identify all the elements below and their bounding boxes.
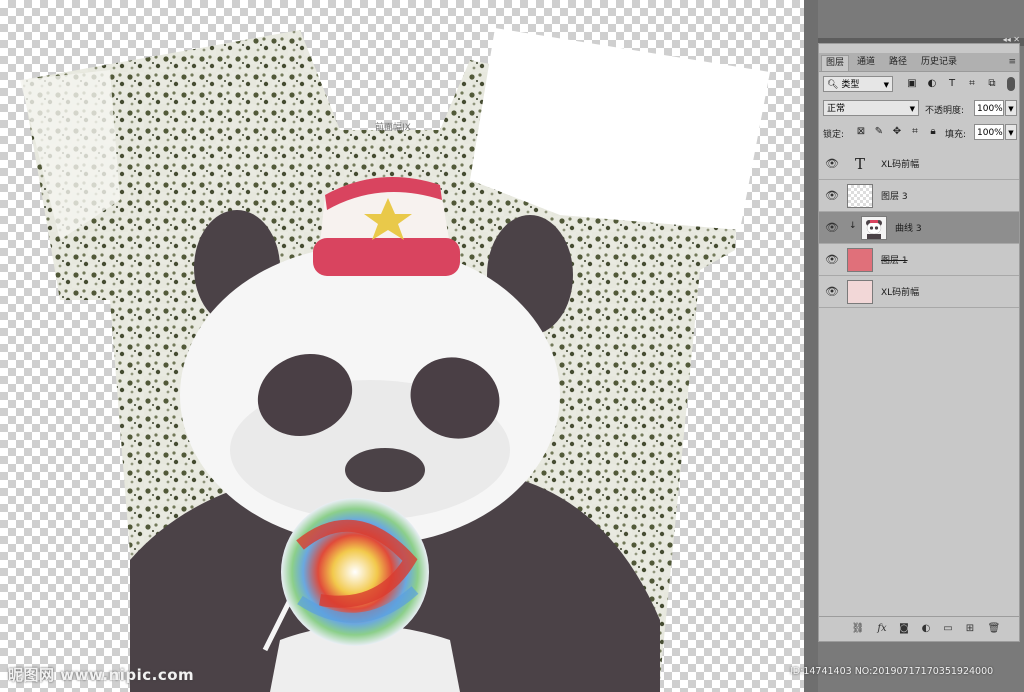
eye-icon[interactable]: 👁︎ (825, 157, 839, 171)
fill-input[interactable]: 100% (974, 124, 1004, 140)
layer-row[interactable]: 👁︎ T XL码前幅 (819, 148, 1019, 180)
lock-transparent-pixels-icon[interactable]: ⊠ (855, 126, 867, 138)
opacity-input[interactable]: 100% (974, 100, 1004, 116)
filter-toggle[interactable] (1007, 77, 1015, 91)
layer-thumbnail (847, 280, 873, 304)
layer-thumbnail (861, 216, 887, 240)
layer-row[interactable]: 👁︎ 图层 1 (819, 244, 1019, 276)
eye-icon[interactable]: 👁︎ (825, 221, 839, 235)
opacity-label: 不透明度: (925, 106, 965, 116)
lock-artboard-icon[interactable]: ⌗ (909, 126, 921, 138)
image-filter-icon[interactable]: ▣ (905, 77, 919, 91)
eye-icon[interactable]: 👁︎ (825, 253, 839, 267)
chevron-down-icon: ▼ (909, 105, 915, 113)
tab-paths[interactable]: 路径 (885, 55, 911, 70)
panda-thumbnail-icon (862, 217, 886, 239)
tab-history[interactable]: 历史记录 (917, 55, 961, 70)
smart-object-filter-icon[interactable]: ⧉ (985, 77, 999, 91)
layer-name: 图层 3 (881, 192, 908, 202)
blend-row: 正常 ▼ 不透明度: 100% ▼ (819, 98, 1019, 120)
lock-position-icon[interactable]: ✥ (891, 126, 903, 138)
eye-icon[interactable]: 👁︎ (825, 189, 839, 203)
lock-row: 锁定: ⊠ ✎ ✥ ⌗ 🔒︎ 填充: 100% ▼ (819, 122, 1019, 144)
trash-icon[interactable]: 🗑︎ (987, 622, 1001, 636)
watermark: 昵图网 www.nipic.com (8, 666, 195, 684)
opacity-dropdown-icon[interactable]: ▼ (1005, 100, 1017, 116)
layer-name: 曲线 3 (895, 224, 922, 234)
blend-mode-select[interactable]: 正常 ▼ (823, 100, 919, 116)
layer-mask-icon[interactable]: ◙ (897, 622, 911, 636)
text-filter-icon[interactable]: T (945, 77, 959, 91)
layer-filter-select[interactable]: 🔍︎ 类型 ▼ (823, 76, 893, 92)
search-icon: 🔍︎ (827, 80, 839, 90)
adjustment-layer-icon[interactable]: ◐ (919, 622, 933, 636)
lock-all-icon[interactable]: 🔒︎ (927, 126, 939, 138)
layer-thumbnail (847, 248, 873, 272)
eye-icon[interactable]: 👁︎ (825, 285, 839, 299)
layer-name: 图层 1 (881, 256, 908, 266)
filter-row: 🔍︎ 类型 ▼ ▣ ◐ T ⌗ ⧉ (819, 74, 1019, 96)
layer-row[interactable]: 👁︎ 图层 3 (819, 180, 1019, 212)
layer-filter-value: 类型 (841, 80, 860, 90)
panel-footer: ⛓ fx ◙ ◐ ▭ ⊞ 🗑︎ (819, 616, 1019, 641)
menu-icon[interactable]: ≡ (1008, 57, 1016, 67)
layer-name: XL码前幅 (881, 288, 920, 298)
panda-shirt-artwork (20, 28, 770, 692)
fill-dropdown-icon[interactable]: ▼ (1005, 124, 1017, 140)
lock-image-pixels-icon[interactable]: ✎ (873, 126, 885, 138)
artwork-text-label: 前面幅JX (375, 123, 411, 133)
layer-style-icon[interactable]: fx (875, 622, 889, 636)
group-folder-icon[interactable]: ▭ (941, 622, 955, 636)
text-layer-icon: T (854, 155, 865, 173)
blend-mode-value: 正常 (827, 104, 846, 114)
panda-nose (345, 448, 425, 492)
shape-filter-icon[interactable]: ⌗ (965, 77, 979, 91)
layer-row-selected[interactable]: 👁︎ ↓ 曲线 3 (819, 212, 1019, 244)
layer-row[interactable]: 👁︎ XL码前幅 (819, 276, 1019, 308)
layers-list: 👁︎ T XL码前幅 👁︎ 图层 3 👁︎ ↓ 曲线 3 👁︎ 图层 1 👁︎ … (819, 148, 1019, 308)
tab-layers[interactable]: 图层 (821, 55, 850, 71)
layer-name: XL码前幅 (881, 160, 920, 170)
panel-tabs: 图层 通道 路径 历史记录 ≡ (819, 53, 1019, 72)
chevron-down-icon: ▼ (883, 81, 889, 89)
adjustment-filter-icon[interactable]: ◐ (925, 77, 939, 91)
lock-label: 锁定: (823, 130, 845, 140)
document-canvas[interactable]: 前面幅JX 昵图网 www.nipic.com (0, 0, 804, 692)
tab-channels[interactable]: 通道 (853, 55, 879, 70)
layer-thumbnail (847, 184, 873, 208)
fill-label: 填充: (945, 130, 967, 140)
clipping-mask-icon: ↓ (849, 221, 857, 231)
status-bar-id: ID:14741403 NO:20190717170351924000 (790, 666, 994, 677)
link-layers-icon[interactable]: ⛓ (851, 622, 865, 636)
canvas-panel-divider[interactable] (804, 0, 818, 692)
new-layer-icon[interactable]: ⊞ (963, 622, 977, 636)
layers-panel: 图层 通道 路径 历史记录 ≡ 🔍︎ 类型 ▼ ▣ ◐ T ⌗ ⧉ 正常 ▼ 不… (818, 43, 1020, 642)
